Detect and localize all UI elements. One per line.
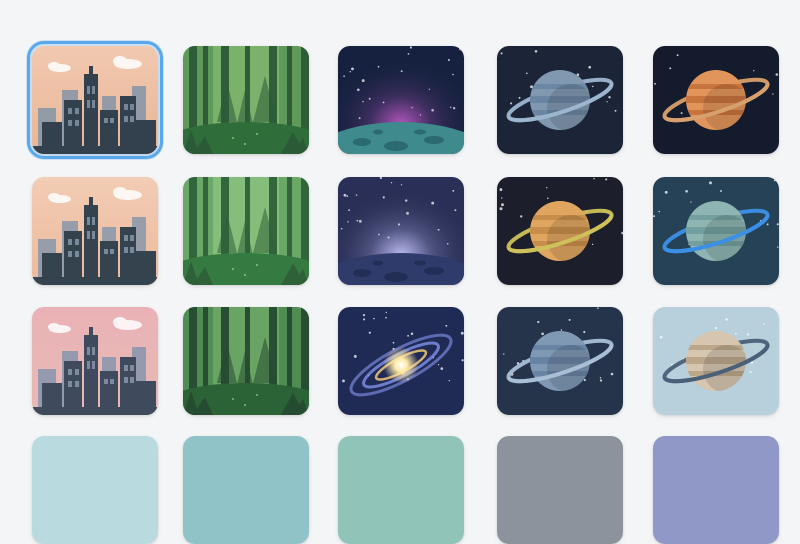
image-thumbnail[interactable] [338,46,464,154]
image-thumbnail[interactable] [497,307,623,415]
moon-horizon-icon [338,46,464,154]
forest-icon [183,46,309,154]
image-thumbnail[interactable] [183,307,309,415]
image-thumbnail[interactable] [653,307,779,415]
galaxy-icon [338,307,464,415]
image-thumbnail[interactable] [653,177,779,285]
city-skyline-icon [32,307,158,415]
image-thumbnail[interactable] [32,436,158,544]
forest-icon [183,177,309,285]
image-thumbnail[interactable] [183,46,309,154]
ringed-planet-icon [497,46,623,154]
image-thumbnail[interactable] [183,436,309,544]
image-thumbnail[interactable] [32,177,158,285]
image-thumbnail[interactable] [27,41,163,159]
forest-icon [183,307,309,415]
image-thumbnail[interactable] [497,177,623,285]
thumbnail-placeholder-icon [32,436,158,544]
thumbnail-placeholder-icon [338,436,464,544]
city-skyline-icon [32,177,158,285]
image-thumbnail[interactable] [32,307,158,415]
image-thumbnail[interactable] [497,46,623,154]
ringed-planet-icon [653,46,779,154]
image-thumbnail[interactable] [338,177,464,285]
image-thumbnail[interactable] [183,177,309,285]
ringed-planet-icon [497,307,623,415]
ringed-planet-icon [653,307,779,415]
image-thumbnail[interactable] [653,46,779,154]
thumbnail-placeholder-icon [497,436,623,544]
thumbnail-placeholder-icon [183,436,309,544]
moon-horizon-icon [338,177,464,285]
thumbnail-grid [0,0,800,544]
ringed-planet-icon [497,177,623,285]
image-thumbnail[interactable] [653,436,779,544]
image-thumbnail[interactable] [338,436,464,544]
ringed-planet-icon [653,177,779,285]
city-skyline-icon [32,46,158,154]
thumbnail-placeholder-icon [653,436,779,544]
image-thumbnail[interactable] [338,307,464,415]
image-thumbnail[interactable] [497,436,623,544]
